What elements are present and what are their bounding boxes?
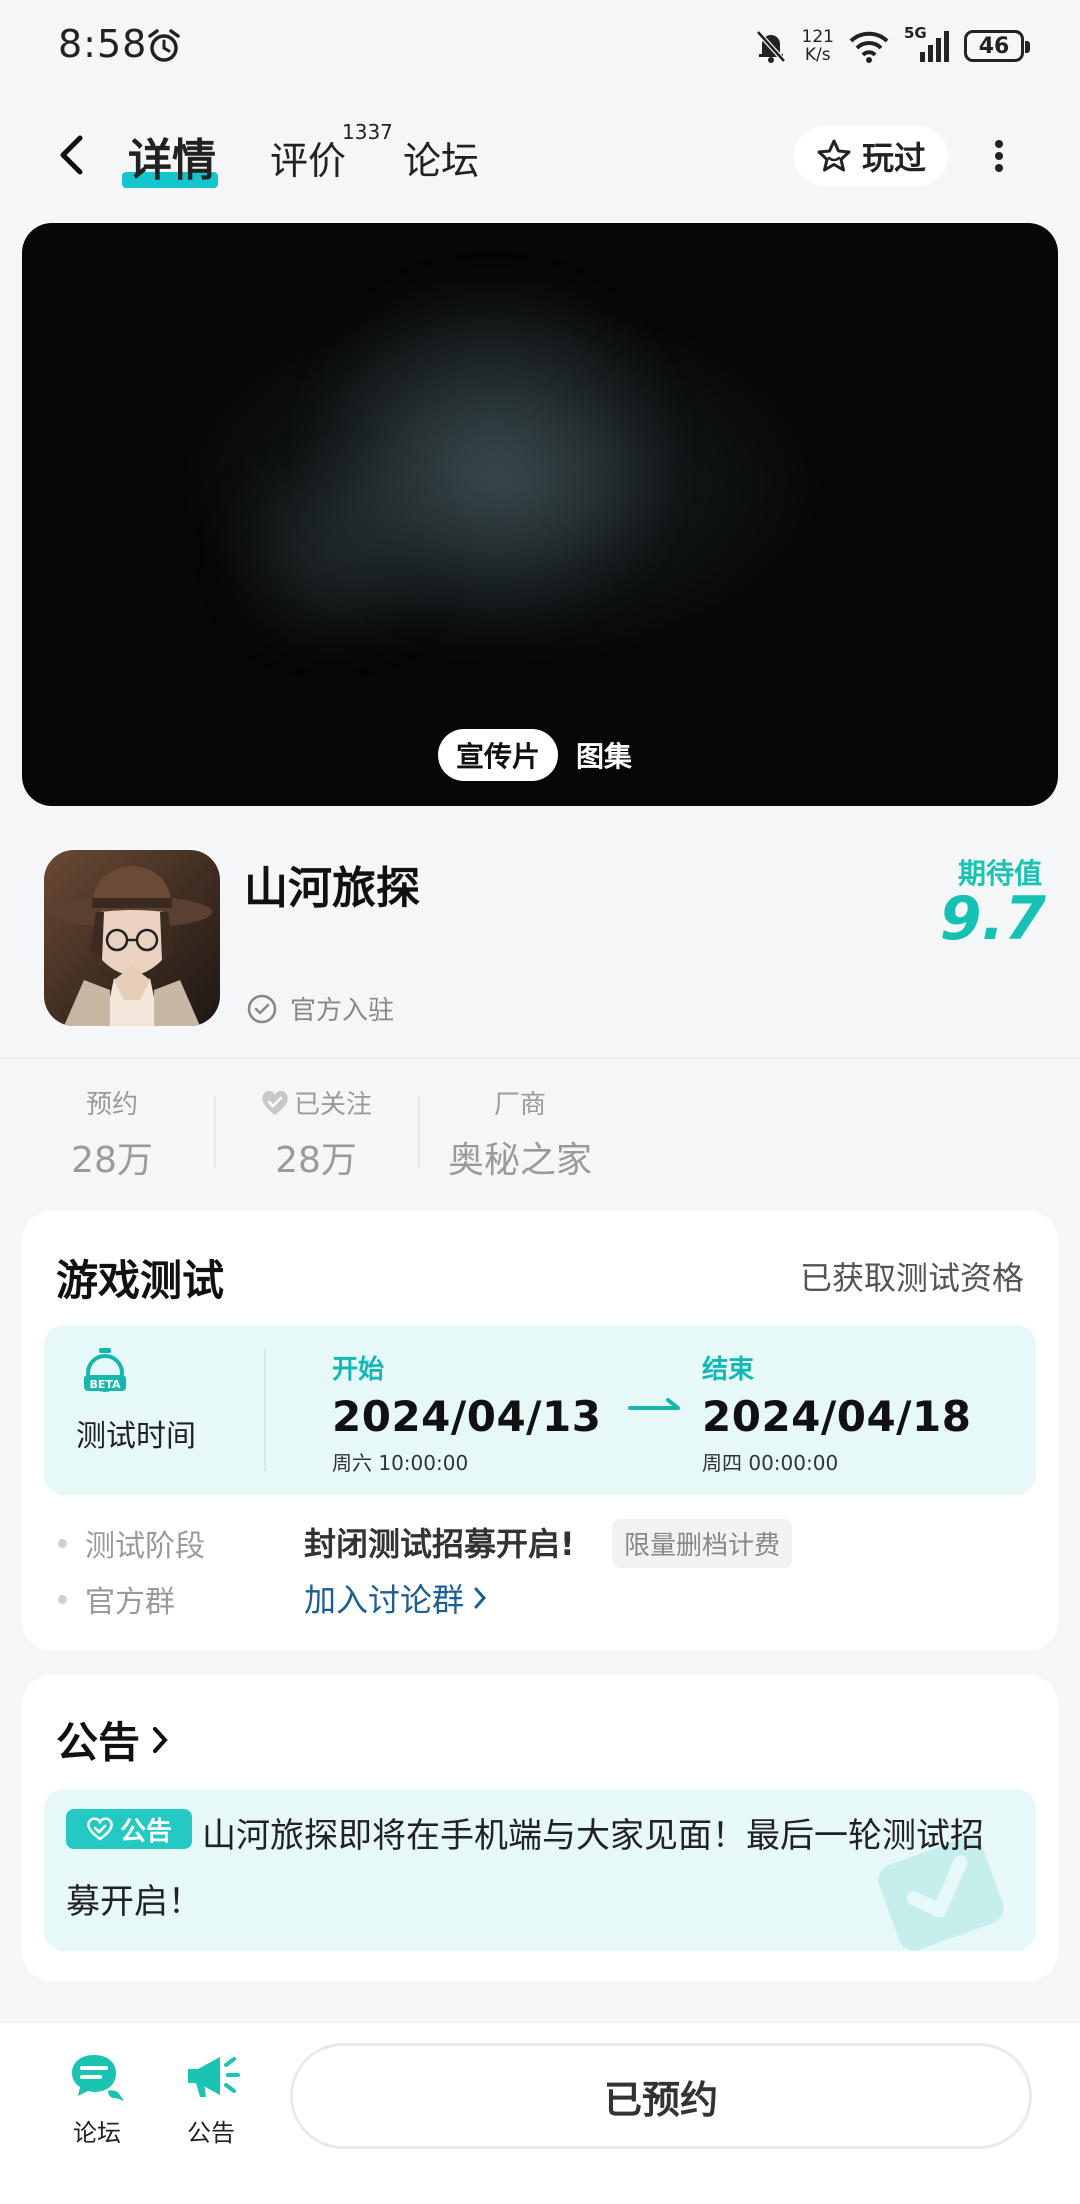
test-time-panel: BETA 测试时间 开始 2024/04/13 周六 10:00:00 结束 2…: [44, 1325, 1036, 1495]
net-speed-value: 121: [801, 27, 834, 47]
notice-title: 公告: [56, 1718, 141, 1767]
stat-label: 厂商: [493, 1090, 546, 1120]
expectation-score: 9.7: [939, 884, 1046, 954]
stat-value: 28万: [275, 1140, 357, 1181]
start-date: 2024/04/13: [332, 1392, 602, 1441]
check-circle-icon: [247, 994, 277, 1023]
test-section-title: 游戏测试: [56, 1256, 225, 1305]
net-speed: 121 K/s: [802, 28, 834, 64]
media-tabs: 宣传片 图集: [438, 729, 640, 781]
stat-label: 预约: [85, 1090, 138, 1120]
tab-reviews[interactable]: 评价: [270, 130, 346, 185]
bullet: [58, 1594, 67, 1604]
stage-label: 测试阶段: [85, 1529, 205, 1564]
followed-label: 已关注: [293, 1090, 372, 1120]
official-verified-badge: 官方入驻: [246, 990, 394, 1027]
notice-item[interactable]: 公告 山河旅探即将在手机端与大家见面！最后一轮测试招募开启！: [44, 1789, 1036, 1951]
test-qualification-status: 已获取测试资格: [799, 1259, 1024, 1297]
stage-tag: 限量删档计费: [612, 1519, 793, 1568]
chevron-right-icon: [474, 1587, 487, 1609]
game-title: 山河旅探: [244, 863, 420, 914]
notice-text: 山河旅探即将在手机端与大家见面！最后一轮测试招募开启！: [66, 1816, 984, 1922]
group-label: 官方群: [85, 1585, 175, 1620]
verified-label: 官方入驻: [290, 996, 395, 1026]
stat-reservations: 预约 28万: [52, 1084, 172, 1183]
tab-details[interactable]: 详情: [128, 124, 216, 188]
more-options-icon[interactable]: [984, 136, 1014, 176]
end-date: 2024/04/18: [702, 1392, 972, 1441]
bottom-action-bar: 论坛 公告 已预约: [0, 2022, 1080, 2204]
reserved-button[interactable]: 已预约: [290, 2043, 1032, 2149]
wifi-icon: [849, 31, 889, 63]
status-time: 8:58: [58, 22, 148, 66]
alarm-icon: [148, 29, 180, 62]
join-group-text: 加入讨论群: [304, 1581, 465, 1619]
notice-card: 公告 公告 山河旅探即将在手机端与大家见面！最后一轮测试招募开启！: [22, 1675, 1058, 1981]
stat-value: 奥秘之家: [447, 1140, 592, 1181]
forum-icon: [72, 2055, 124, 2101]
star-outline-icon: [817, 139, 851, 172]
bottom-notice-button[interactable]: 公告: [166, 2051, 256, 2148]
test-start: 开始 2024/04/13 周六 10:00:00: [332, 1349, 601, 1476]
cellular-signal-icon: 5G: [904, 24, 950, 64]
start-label: 开始: [332, 1355, 385, 1385]
stage-value: 封闭测试招募开启!: [304, 1525, 575, 1563]
stat-divider: [214, 1096, 216, 1168]
arrow-right-icon: [628, 1398, 680, 1410]
back-button[interactable]: [50, 130, 96, 180]
promo-video-player[interactable]: 宣传片 图集: [22, 223, 1058, 806]
stat-followed[interactable]: 已关注 28万: [246, 1084, 386, 1183]
media-tab-gallery[interactable]: 图集: [568, 729, 640, 781]
played-button[interactable]: 玩过: [794, 126, 948, 186]
played-label: 玩过: [861, 139, 926, 177]
mute-bell-icon: [755, 30, 786, 63]
net-speed-unit: K/s: [804, 45, 831, 65]
status-indicators: 121 K/s 5G 46: [754, 24, 1030, 68]
megaphone-icon: [188, 2057, 240, 2097]
notice-label: 公告: [187, 2119, 235, 2147]
bullet: [58, 1538, 67, 1548]
official-group-row: 官方群: [58, 1577, 175, 1621]
panel-divider: [264, 1349, 266, 1471]
stat-developer[interactable]: 厂商 奥秘之家: [436, 1084, 604, 1183]
end-detail: 周四 00:00:00: [702, 1451, 839, 1475]
status-bar: 8:58 121 K/s 5G 46: [0, 0, 1080, 90]
test-end: 结束 2024/04/18 周四 00:00:00: [702, 1349, 971, 1476]
stat-divider: [418, 1096, 420, 1168]
chevron-right-icon: [153, 1726, 168, 1753]
test-stage-row: 测试阶段: [58, 1521, 205, 1565]
test-time-label: 测试时间: [76, 1419, 196, 1454]
tab-forum[interactable]: 论坛: [403, 130, 479, 185]
battery-icon: 46: [964, 30, 1030, 62]
top-nav: 详情 评价 1337 论坛 玩过: [0, 110, 1080, 200]
bottom-forum-button[interactable]: 论坛: [52, 2051, 142, 2148]
video-frame-blur-2: [202, 463, 462, 643]
game-icon: [44, 850, 220, 1026]
game-test-card: 游戏测试 已获取测试资格 BETA 测试时间 开始 2024/04/13 周六 …: [22, 1211, 1058, 1651]
stat-label-followed: 已关注: [246, 1084, 386, 1121]
media-tab-trailer[interactable]: 宣传片: [438, 729, 559, 781]
forum-label: 论坛: [73, 2119, 121, 2147]
beta-timer-icon: BETA: [84, 1348, 126, 1392]
heart-check-icon: [262, 1090, 288, 1115]
reviews-count-badge: 1337: [342, 120, 393, 144]
join-group-link[interactable]: 加入讨论群: [304, 1575, 488, 1621]
notice-header[interactable]: 公告: [56, 1709, 170, 1770]
beta-badge-text: BETA: [89, 1378, 121, 1391]
end-label: 结束: [702, 1355, 755, 1385]
divider: [0, 1057, 1080, 1059]
battery-level: 46: [978, 33, 1010, 59]
start-detail: 周六 10:00:00: [332, 1451, 469, 1475]
stat-value: 28万: [71, 1140, 153, 1181]
